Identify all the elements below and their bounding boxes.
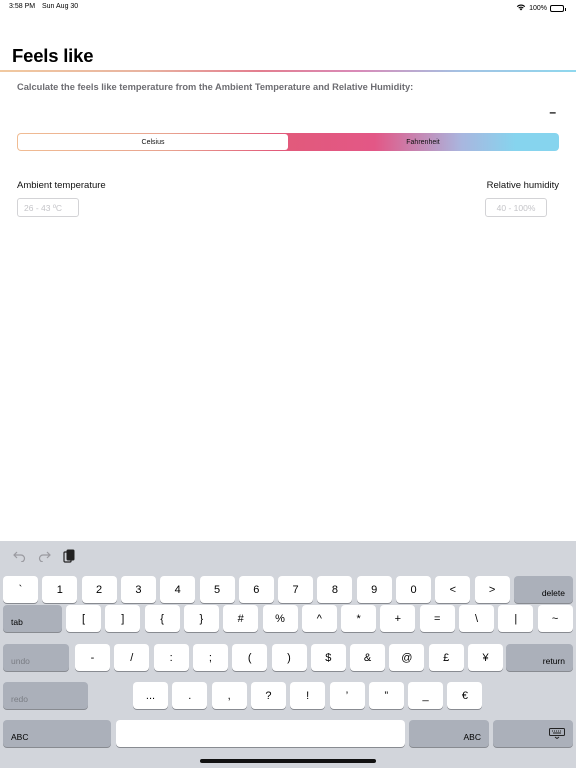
unit-segmented-control: Celsius Fahrenheit <box>17 133 559 151</box>
key-row3-10[interactable]: ¥ <box>468 644 503 671</box>
key-row1-4[interactable]: 4 <box>160 576 196 603</box>
key-row4-3[interactable]: ? <box>250 682 286 709</box>
key-row3-1[interactable]: / <box>114 644 150 671</box>
segment-celsius[interactable]: Celsius <box>18 134 288 150</box>
key-row1-9[interactable]: 9 <box>356 576 392 603</box>
wifi-icon <box>516 3 526 13</box>
key-row1-0[interactable]: ` <box>3 576 38 603</box>
result-value: – <box>549 105 556 119</box>
tab-key[interactable]: tab <box>3 605 62 632</box>
key-row4-4[interactable]: ! <box>290 682 326 709</box>
key-row1-11[interactable]: < <box>435 576 471 603</box>
key-row3-3[interactable]: ; <box>192 644 228 671</box>
key-row3-5[interactable]: ) <box>271 644 307 671</box>
key-row4-1[interactable]: . <box>172 682 208 709</box>
key-row1-8[interactable]: 8 <box>317 576 353 603</box>
page-title: Feels like <box>12 45 94 66</box>
key-row4-2[interactable]: , <box>211 682 247 709</box>
key-row2-3[interactable]: } <box>183 605 219 632</box>
keyboard-shortcut-bar <box>0 541 576 571</box>
key-row2-8[interactable]: + <box>380 605 416 632</box>
key-row2-2[interactable]: { <box>144 605 180 632</box>
description-text: Calculate the feels like temperature fro… <box>17 82 414 92</box>
key-row4-6[interactable]: ” <box>368 682 404 709</box>
key-row2-4[interactable]: # <box>223 605 259 632</box>
relative-humidity-label: Relative humidity <box>486 180 559 191</box>
dismiss-keyboard-key[interactable] <box>493 720 573 747</box>
delete-key[interactable]: delete <box>514 576 573 603</box>
key-row1-12[interactable]: > <box>474 576 510 603</box>
key-row2-0[interactable]: [ <box>66 605 101 632</box>
space-key[interactable] <box>116 720 405 747</box>
status-bar: 3:58 PM Sun Aug 30 100% <box>0 0 576 14</box>
key-row3-0[interactable]: - <box>75 644 110 671</box>
segment-fahrenheit[interactable]: Fahrenheit <box>288 134 558 150</box>
ambient-temperature-input[interactable] <box>17 198 79 217</box>
battery-icon <box>550 4 566 12</box>
redo-icon[interactable] <box>36 548 52 564</box>
key-row1-10[interactable]: 0 <box>396 576 431 603</box>
key-row3-6[interactable]: $ <box>310 644 346 671</box>
undo-key[interactable]: undo <box>3 644 69 671</box>
key-row4-7[interactable]: _ <box>408 682 444 709</box>
key-row1-3[interactable]: 3 <box>120 576 156 603</box>
key-row2-11[interactable]: | <box>498 605 534 632</box>
title-divider <box>0 70 576 72</box>
key-row2-9[interactable]: = <box>419 605 455 632</box>
key-row2-7[interactable]: * <box>341 605 377 632</box>
status-indicators: 100% <box>516 3 566 13</box>
home-indicator <box>200 759 376 763</box>
key-row3-9[interactable]: £ <box>428 644 464 671</box>
key-row4-8[interactable]: € <box>447 682 483 709</box>
key-row1-6[interactable]: 6 <box>238 576 274 603</box>
key-row1-2[interactable]: 2 <box>81 576 117 603</box>
undo-icon[interactable] <box>11 548 27 564</box>
status-date: Sun Aug 30 <box>42 3 79 10</box>
key-row2-10[interactable]: \ <box>459 605 494 632</box>
status-time: 3:58 PM <box>9 3 36 10</box>
on-screen-keyboard: ` 1 2 3 4 5 6 7 8 9 0 < > delete tab[]{} #% ^ * + = \ | ~ undo -… <box>0 541 576 768</box>
key-row3-4[interactable]: ( <box>232 644 268 671</box>
abc-key-left[interactable]: ABC <box>3 720 111 747</box>
key-row4-5[interactable]: ’ <box>329 682 365 709</box>
key-row1-7[interactable]: 7 <box>278 576 314 603</box>
key-row2-1[interactable]: ] <box>105 605 141 632</box>
paste-icon[interactable] <box>61 548 77 564</box>
key-row3-8[interactable]: @ <box>389 644 425 671</box>
ambient-temperature-label: Ambient temperature <box>17 180 106 191</box>
key-row1-5[interactable]: 5 <box>199 576 235 603</box>
key-row2-5[interactable]: % <box>262 605 298 632</box>
battery-percent: 100% <box>529 4 547 12</box>
key-row2-12[interactable]: ~ <box>537 605 573 632</box>
key-row1-1[interactable]: 1 <box>42 576 78 603</box>
key-row4-0[interactable]: ... <box>133 682 168 709</box>
key-row3-2[interactable]: : <box>153 644 189 671</box>
key-row2-6[interactable]: ^ <box>301 605 337 632</box>
key-row3-7[interactable]: & <box>350 644 386 671</box>
abc-key-right[interactable]: ABC <box>409 720 489 747</box>
relative-humidity-input[interactable] <box>485 198 547 217</box>
return-key[interactable]: return <box>506 644 573 671</box>
keyboard-dismiss-icon <box>549 728 565 742</box>
redo-key[interactable]: redo <box>3 682 88 709</box>
